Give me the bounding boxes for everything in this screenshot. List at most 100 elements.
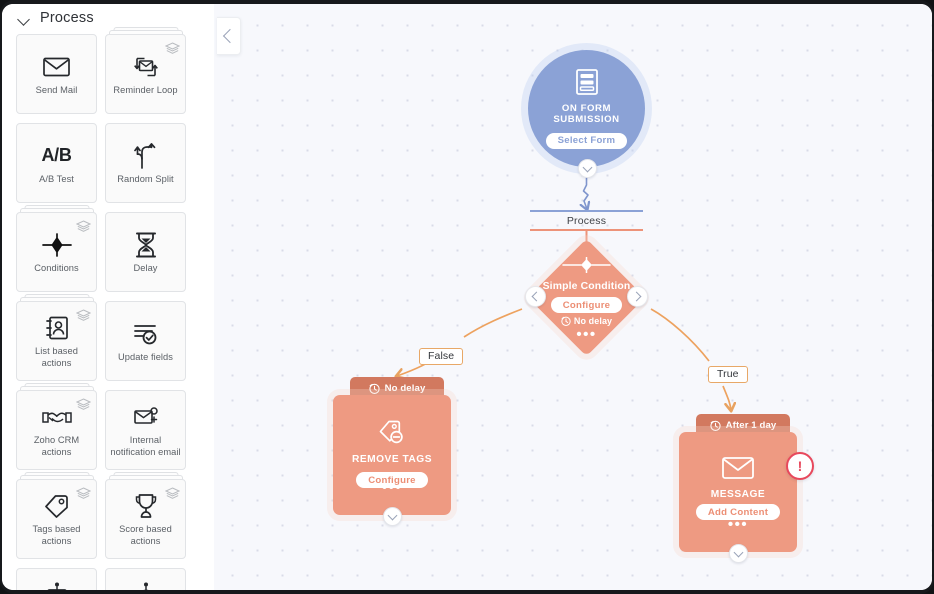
condition-node-title: Simple Condition (542, 281, 631, 292)
lane-label: Process (566, 214, 607, 227)
trigger-expand-handle[interactable] (578, 159, 597, 178)
component-card-wrapper: Delay (105, 212, 186, 292)
component-card-label: Score based actions (119, 524, 172, 546)
layers-icon (75, 397, 92, 410)
list-contact-icon (42, 313, 72, 343)
move-end-icon (42, 580, 72, 590)
condition-true-handle[interactable] (627, 286, 648, 307)
action-node-remove-tags[interactable]: No delay REMOVE TAGS Configure ••• (333, 377, 451, 527)
component-card-zoho-crm-actions[interactable]: Zoho CRM actions (16, 390, 97, 470)
window-frame: Process Send Mail Reminder Loop A/B A/B … (0, 0, 934, 594)
workflow-canvas[interactable]: ON FORM SUBMISSION Select Form Process S… (214, 4, 932, 590)
handshake-icon (41, 402, 72, 432)
remove-tag-icon (377, 419, 407, 450)
component-card-move-to-end-of-workflow[interactable]: Move to End-of-workflow (16, 568, 97, 590)
more-dots-icon[interactable]: ••• (382, 480, 402, 495)
status-badge-error[interactable]: ! (786, 452, 814, 480)
more-dots-icon[interactable]: ••• (728, 517, 748, 532)
layers-icon (75, 308, 92, 321)
app-screen: Process Send Mail Reminder Loop A/B A/B … (2, 4, 932, 590)
component-card-score-based-actions[interactable]: Score based actions (105, 479, 186, 559)
form-icon (575, 68, 598, 100)
notify-mail-icon (131, 402, 161, 432)
node-body[interactable]: REMOVE TAGS Configure ••• (333, 395, 451, 515)
node-expand-handle[interactable] (383, 507, 402, 526)
chevron-down-icon (387, 510, 398, 521)
condition-node-icon (41, 230, 72, 260)
chevron-down-icon (18, 12, 31, 25)
sidebar-section-title: Process (40, 10, 94, 26)
component-card-random-split[interactable]: Random Split (105, 123, 186, 203)
component-card-label: Zoho CRM actions (33, 435, 80, 457)
component-card-wrapper: Score based actions (105, 472, 186, 559)
component-card-grid: Send Mail Reminder Loop A/B A/B Test Ran… (2, 27, 214, 590)
action-node-message[interactable]: After 1 day MESSAGE Add Content ••• ! (679, 414, 814, 564)
component-card-wrapper: Send Mail (16, 34, 97, 114)
node-delay-label: After 1 day (725, 420, 777, 431)
component-card-wrapper: Zoho CRM actions (16, 383, 97, 470)
layers-icon (164, 486, 181, 499)
component-card-label: Delay (133, 262, 158, 273)
component-card-update-fields[interactable]: Update fields (105, 301, 186, 381)
exit-circle-icon (131, 580, 161, 590)
node-delay-label: No delay (384, 383, 426, 394)
component-card-wrapper: Reminder Loop (105, 27, 186, 114)
chevron-left-icon (531, 291, 542, 302)
trophy-icon (131, 491, 161, 521)
trigger-node-on-form-submission[interactable]: ON FORM SUBMISSION Select Form (528, 50, 645, 167)
clock-icon (368, 383, 380, 394)
clock-icon (561, 316, 571, 326)
branch-label-true[interactable]: True (708, 366, 748, 383)
envelope-icon (722, 456, 754, 485)
sidebar-section-header[interactable]: Process (2, 4, 214, 34)
ab-text-icon: A/B (41, 145, 72, 166)
node-expand-handle[interactable] (729, 544, 748, 563)
trigger-node-title: ON FORM SUBMISSION (553, 102, 620, 126)
condition-node-simple-condition[interactable]: Simple Condition Configure No delay ••• (525, 238, 648, 357)
component-card-label: Send Mail (35, 84, 78, 95)
component-card-tags-based-actions[interactable]: Tags based actions (16, 479, 97, 559)
layers-icon (75, 219, 92, 232)
component-card-wrapper: Conditions (16, 205, 97, 292)
envelope-icon (42, 52, 72, 82)
condition-false-handle[interactable] (525, 286, 546, 307)
layers-icon (75, 486, 92, 499)
component-card-send-mail[interactable]: Send Mail (16, 34, 97, 114)
branch-label-false[interactable]: False (419, 348, 464, 365)
hourglass-icon (131, 230, 161, 260)
component-card-label: Internal notification email (110, 435, 181, 457)
component-card-label: A/B Test (39, 173, 74, 184)
component-card-wrapper: Move to End-of-workflow (16, 568, 97, 590)
component-card-wrapper: Update fields (105, 301, 186, 381)
component-card-internal-notification-email[interactable]: Internal notification email (105, 390, 186, 470)
configure-button[interactable]: Configure (550, 297, 623, 313)
component-card-conditions[interactable]: Conditions (16, 212, 97, 292)
process-lane-divider: Process (530, 210, 643, 231)
reminder-loop-icon (131, 52, 161, 82)
update-fields-icon (131, 319, 161, 349)
component-card-wrapper: A/B A/B Test (16, 123, 97, 203)
component-card-exit-from-workflow[interactable]: Exit from Workflow (105, 568, 186, 590)
tag-icon (42, 491, 72, 521)
chevron-right-icon (631, 291, 642, 302)
component-card-wrapper: Tags based actions (16, 472, 97, 559)
component-card-label: Update fields (118, 351, 173, 362)
random-split-icon (131, 141, 161, 171)
more-dots-icon[interactable]: ••• (576, 327, 596, 342)
layers-icon (164, 41, 181, 54)
condition-node-icon (560, 256, 613, 278)
condition-delay-info: No delay (561, 316, 612, 326)
condition-delay-label: No delay (573, 316, 613, 326)
component-card-wrapper: List based actions (16, 294, 97, 381)
component-card-reminder-loop[interactable]: Reminder Loop (105, 34, 186, 114)
clock-icon (710, 420, 721, 431)
component-card-list-based-actions[interactable]: List based actions (16, 301, 97, 381)
chevron-down-icon (733, 547, 744, 558)
node-body[interactable]: MESSAGE Add Content ••• (679, 432, 797, 552)
components-sidebar: Process Send Mail Reminder Loop A/B A/B … (2, 4, 215, 590)
chevron-down-icon (582, 162, 593, 173)
select-form-button[interactable]: Select Form (545, 132, 628, 149)
component-card-delay[interactable]: Delay (105, 212, 186, 292)
lane-rule-bottom (530, 229, 643, 231)
component-card-ab-test[interactable]: A/B A/B Test (16, 123, 97, 203)
